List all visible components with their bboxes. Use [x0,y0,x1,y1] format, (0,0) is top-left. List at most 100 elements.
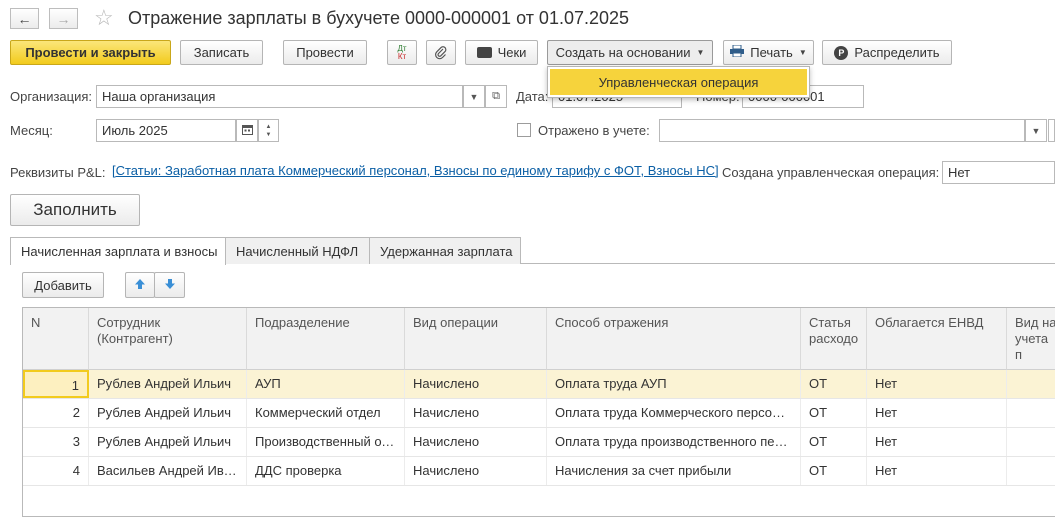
column-header-n[interactable]: N [23,308,89,370]
distribute-icon: P [834,45,849,60]
cell-employee[interactable]: Рублев Андрей Ильич [89,399,247,427]
cell-reflection-method[interactable]: Оплата труда АУП [547,370,801,398]
open-link-icon: ⧉ [492,90,500,102]
reflected-label: Отражено в учете: [538,123,650,138]
reflected-field[interactable] [659,119,1025,142]
cell-n[interactable]: 4 [23,457,89,485]
forward-button[interactable]: → [49,8,78,29]
column-header-envd[interactable]: Облагается ЕНВД [867,308,1007,370]
tab-withheld-salary[interactable]: Удержанная зарплата [369,237,521,264]
cell-envd[interactable]: Нет [867,370,1007,398]
create-based-on-menu: Управленческая операция [547,66,810,98]
tab-accrued-salary[interactable]: Начисленная зарплата и взносы [10,237,226,265]
column-header-department[interactable]: Подразделение [247,308,405,370]
table-row[interactable]: 1 Рублев Андрей Ильич АУП Начислено Опла… [23,370,1055,399]
dropdown-arrow-icon: ▼ [798,48,807,57]
dt-kt-icon: Дт Кт [397,43,407,61]
add-row-button[interactable]: Добавить [22,272,104,298]
mgmt-op-field[interactable]: Нет [942,161,1055,184]
distribute-button[interactable]: P Распределить [822,40,952,65]
cell-reflection-method[interactable]: Оплата труда производственного персонала [547,428,801,456]
dropdown-arrow-icon: ▼ [696,48,705,57]
cell-envd[interactable]: Нет [867,399,1007,427]
month-calendar-button[interactable] [236,119,258,142]
cell-department[interactable]: Коммерческий отдел [247,399,405,427]
cell-operation-type[interactable]: Начислено [405,457,547,485]
cell-expense-item[interactable]: ОТ [801,428,867,456]
chevron-down-icon: ▼ [469,91,479,102]
chevron-down-icon: ▼ [265,131,272,138]
dt-kt-button[interactable]: Дт Кт [387,40,417,65]
cell-accounting-type[interactable] [1007,428,1055,456]
print-button[interactable]: Печать ▼ [723,40,814,65]
chevron-up-icon: ▲ [265,123,272,130]
checks-button[interactable]: Чеки [465,40,538,65]
org-field[interactable]: Наша организация [96,85,463,108]
calendar-icon [241,124,253,137]
cell-reflection-method[interactable]: Начисления за счет прибыли [547,457,801,485]
favorite-star-icon[interactable]: ☆ [94,6,114,30]
reflected-checkbox[interactable] [517,123,531,137]
cell-accounting-type[interactable] [1007,457,1055,485]
pl-label: Реквизиты P&L: [10,165,106,180]
arrow-up-icon [134,278,146,293]
accruals-table: N Сотрудник (Контрагент) Подразделение В… [22,307,1055,517]
table-row[interactable]: 4 Васильев Андрей Иванович ДДС проверка … [23,457,1055,486]
column-header-operation-type[interactable]: Вид операции [405,308,547,370]
month-spin-button[interactable]: ▲ ▼ [258,119,279,142]
post-and-close-button[interactable]: Провести и закрыть [10,40,171,65]
chevron-down-icon: ▼ [1031,125,1041,136]
month-field[interactable]: Июль 2025 [96,119,236,142]
cell-department[interactable]: Производственный отдел [247,428,405,456]
arrow-down-icon [164,278,176,293]
org-open-button[interactable]: ⧉ [485,85,507,108]
tab-accrued-ndfl[interactable]: Начисленный НДФЛ [225,237,370,264]
column-header-expense-item[interactable]: Статья расходо [801,308,867,370]
cell-accounting-type[interactable] [1007,399,1055,427]
pl-link[interactable]: [Статьи: Заработная плата Коммерческий п… [112,163,719,178]
cell-employee[interactable]: Васильев Андрей Иванович [89,457,247,485]
column-header-employee[interactable]: Сотрудник (Контрагент) [89,308,247,370]
cell-expense-item[interactable]: ОТ [801,370,867,398]
move-up-button[interactable] [125,272,155,298]
cell-department[interactable]: ДДС проверка [247,457,405,485]
cell-department[interactable]: АУП [247,370,405,398]
cell-expense-item[interactable]: ОТ [801,399,867,427]
arrow-right-icon: → [56,10,71,27]
table-row[interactable]: 2 Рублев Андрей Ильич Коммерческий отдел… [23,399,1055,428]
create-based-on-button[interactable]: Создать на основании ▼ [547,40,713,65]
cell-operation-type[interactable]: Начислено [405,370,547,398]
back-button[interactable]: ← [10,8,39,29]
cell-n[interactable]: 3 [23,428,89,456]
date-label: Дата: [516,89,549,104]
fill-button[interactable]: Заполнить [10,194,140,226]
org-dropdown-button[interactable]: ▼ [463,85,485,108]
save-button[interactable]: Записать [180,40,263,65]
cell-reflection-method[interactable]: Оплата труда Коммерческого персонала [547,399,801,427]
attach-button[interactable] [426,40,456,65]
move-down-button[interactable] [154,272,185,298]
post-button[interactable]: Провести [283,40,367,65]
cell-envd[interactable]: Нет [867,457,1007,485]
cell-expense-item[interactable]: ОТ [801,457,867,485]
month-label: Месяц: [10,123,53,138]
cell-accounting-type[interactable] [1007,370,1055,398]
column-header-accounting-type[interactable]: Вид на учета п [1007,308,1055,370]
cell-operation-type[interactable]: Начислено [405,428,547,456]
page-title: Отражение зарплаты в бухучете 0000-00000… [128,8,630,28]
printer-icon [730,44,745,60]
cell-operation-type[interactable]: Начислено [405,399,547,427]
cell-n[interactable]: 2 [23,399,89,427]
arrow-left-icon: ← [17,10,32,27]
cell-n[interactable]: 1 [23,370,89,398]
reflected-dropdown-button[interactable]: ▼ [1025,119,1047,142]
cell-employee[interactable]: Рублев Андрей Ильич [89,370,247,398]
menu-item-management-operation[interactable]: Управленческая операция [550,69,807,95]
cash-register-icon [476,47,492,58]
cell-employee[interactable]: Рублев Андрей Ильич [89,428,247,456]
mgmt-op-label: Создана управленческая операция: [722,165,940,180]
column-header-reflection-method[interactable]: Способ отражения [547,308,801,370]
reflected-open-button[interactable] [1048,119,1055,142]
table-row[interactable]: 3 Рублев Андрей Ильич Производственный о… [23,428,1055,457]
cell-envd[interactable]: Нет [867,428,1007,456]
